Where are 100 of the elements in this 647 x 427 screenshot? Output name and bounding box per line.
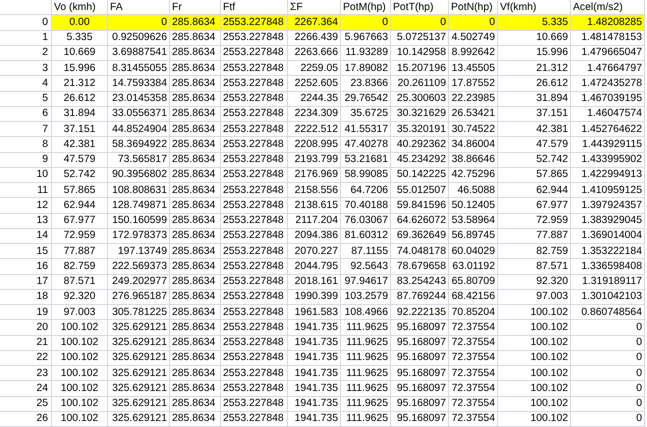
table-cell: 30.74522 [449, 122, 498, 138]
table-cell: 325.629121 [108, 381, 170, 396]
table-cell: 74.048178 [391, 244, 449, 260]
table-cell: 77.887 [52, 244, 108, 260]
table-cell: 1941.735 [288, 396, 341, 412]
table-cell: 2553.227848 [221, 412, 288, 427]
table-cell: 26.612 [52, 92, 108, 107]
table-cell: 35.6725 [341, 106, 391, 122]
table-cell: 2553.227848 [221, 274, 288, 290]
table-cell: 1.48208285 [571, 15, 645, 30]
row-number: 23 [0, 366, 52, 382]
table-cell: 100.102 [498, 381, 571, 396]
table-cell: 2234.309 [288, 106, 341, 122]
table-cell: 50.12405 [449, 198, 498, 214]
table-cell: 26.612 [498, 76, 571, 92]
table-cell: 0 [449, 15, 498, 30]
table-cell: 100.102 [498, 396, 571, 412]
table-cell: 2553.227848 [221, 122, 288, 138]
table-cell: 15.207196 [391, 61, 449, 76]
table-cell: 285.8634 [170, 198, 221, 214]
table-cell: 41.55317 [341, 122, 391, 138]
table-cell: 0.00 [52, 15, 108, 30]
table-cell: 100.102 [52, 350, 108, 366]
table-cell: 50.142225 [391, 168, 449, 183]
row-number: 10 [0, 168, 52, 183]
row-number: 9 [0, 152, 52, 168]
table-cell: 2553.227848 [221, 244, 288, 260]
table-cell: 56.89745 [449, 228, 498, 244]
table-cell: 172.978373 [108, 228, 170, 244]
table-cell: 285.8634 [170, 244, 221, 260]
table-cell: 2208.995 [288, 137, 341, 152]
table-cell: 15.996 [52, 61, 108, 76]
row-number: 25 [0, 396, 52, 412]
table-cell: 47.579 [52, 152, 108, 168]
table-cell: 92.222135 [391, 305, 449, 320]
table-cell: 67.977 [498, 198, 571, 214]
table-cell: 72.37554 [449, 396, 498, 412]
table-cell: 37.151 [52, 122, 108, 138]
table-cell: 1990.399 [288, 290, 341, 305]
table-cell: 2138.615 [288, 198, 341, 214]
table-cell: 2044.795 [288, 259, 341, 274]
table-cell: 69.362649 [391, 228, 449, 244]
table-cell: 2553.227848 [221, 76, 288, 92]
table-cell: 1.481478153 [571, 30, 645, 46]
table-cell: 276.965187 [108, 290, 170, 305]
table-cell: 1961.583 [288, 305, 341, 320]
table-cell: 1941.735 [288, 336, 341, 351]
table-cell: 108.4966 [341, 305, 391, 320]
table-cell: 97.003 [498, 290, 571, 305]
table-cell: 2267.364 [288, 15, 341, 30]
table-cell: 30.321629 [391, 106, 449, 122]
table-cell: 5.335 [52, 30, 108, 46]
row-number: 18 [0, 290, 52, 305]
table-cell: 0 [108, 15, 170, 30]
table-cell: 0 [391, 15, 449, 30]
table-cell: 1941.735 [288, 412, 341, 427]
table-cell: 2553.227848 [221, 15, 288, 30]
table-cell: 2176.969 [288, 168, 341, 183]
table-cell: 64.7206 [341, 183, 391, 198]
table-cell: 47.40278 [341, 137, 391, 152]
table-cell: 1.452764622 [571, 122, 645, 138]
table-cell: 87.571 [498, 259, 571, 274]
table-cell: 47.579 [498, 137, 571, 152]
table-cell: 108.808631 [108, 183, 170, 198]
row-number: 13 [0, 214, 52, 229]
table-cell: 10.142958 [391, 46, 449, 61]
table-cell: 1.472435278 [571, 76, 645, 92]
table-cell: 325.629121 [108, 412, 170, 427]
table-cell: 285.8634 [170, 381, 221, 396]
table-cell: 22.23985 [449, 92, 498, 107]
table-cell: 305.781225 [108, 305, 170, 320]
table-cell: 0.860748564 [571, 305, 645, 320]
table-cell: 11.93289 [341, 46, 391, 61]
table-cell: 72.37554 [449, 320, 498, 336]
table-cell: 3.69887541 [108, 46, 170, 61]
table-cell: 285.8634 [170, 152, 221, 168]
table-cell: 25.300603 [391, 92, 449, 107]
table-cell: 14.7593384 [108, 76, 170, 92]
table-cell: 2263.666 [288, 46, 341, 61]
table-cell: 1.319189117 [571, 274, 645, 290]
table-cell: 2553.227848 [221, 168, 288, 183]
table-cell: 23.0145358 [108, 92, 170, 107]
table-cell: 1.410959125 [571, 183, 645, 198]
table-cell: 0 [571, 336, 645, 351]
table-cell: 2070.227 [288, 244, 341, 260]
table-cell: 111.9625 [341, 412, 391, 427]
table-cell: 100.102 [498, 305, 571, 320]
table-cell: 2553.227848 [221, 336, 288, 351]
table-cell: 8.31455055 [108, 61, 170, 76]
table-cell: 1.397924357 [571, 198, 645, 214]
table-cell: 0 [571, 350, 645, 366]
table-cell: 285.8634 [170, 106, 221, 122]
table-cell: 2553.227848 [221, 183, 288, 198]
table-cell: 70.85204 [449, 305, 498, 320]
table-cell: 72.37554 [449, 366, 498, 382]
table-cell: 285.8634 [170, 320, 221, 336]
table-cell: 1.301042103 [571, 290, 645, 305]
table-cell: 197.13749 [108, 244, 170, 260]
table-cell: 77.887 [498, 228, 571, 244]
table-cell: 325.629121 [108, 336, 170, 351]
